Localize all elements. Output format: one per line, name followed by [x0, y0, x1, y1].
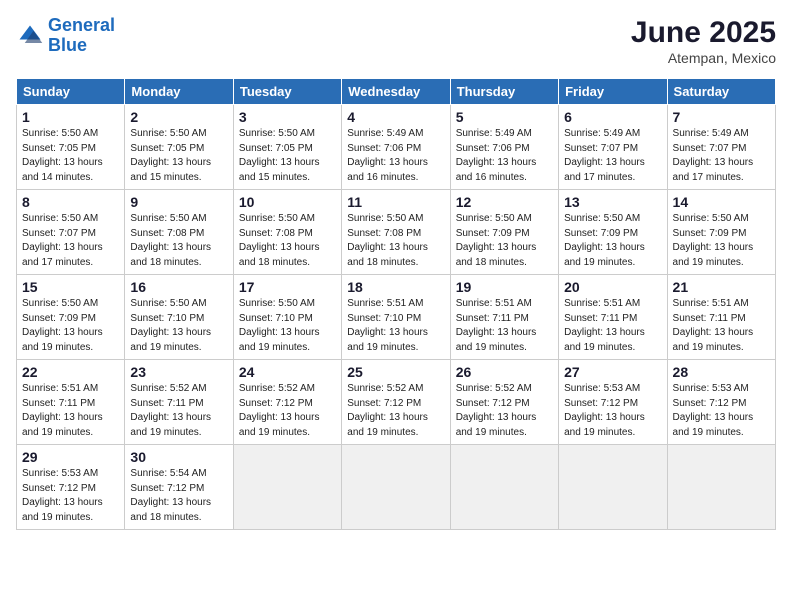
week-row-3: 15 Sunrise: 5:50 AMSunset: 7:09 PMDaylig… [17, 275, 776, 360]
day-3: 3 Sunrise: 5:50 AMSunset: 7:05 PMDayligh… [233, 105, 341, 190]
logo-text: General Blue [48, 16, 115, 56]
empty-cell-5 [667, 445, 775, 530]
col-tuesday: Tuesday [233, 79, 341, 105]
calendar-header-row: Sunday Monday Tuesday Wednesday Thursday… [17, 79, 776, 105]
day-2: 2 Sunrise: 5:50 AMSunset: 7:05 PMDayligh… [125, 105, 233, 190]
col-friday: Friday [559, 79, 667, 105]
day-16: 16 Sunrise: 5:50 AMSunset: 7:10 PMDaylig… [125, 275, 233, 360]
logo-icon [16, 22, 44, 50]
col-monday: Monday [125, 79, 233, 105]
day-11: 11 Sunrise: 5:50 AMSunset: 7:08 PMDaylig… [342, 190, 450, 275]
col-sunday: Sunday [17, 79, 125, 105]
day-8: 8 Sunrise: 5:50 AMSunset: 7:07 PMDayligh… [17, 190, 125, 275]
empty-cell-2 [342, 445, 450, 530]
day-12: 12 Sunrise: 5:50 AMSunset: 7:09 PMDaylig… [450, 190, 558, 275]
empty-cell-1 [233, 445, 341, 530]
day-15: 15 Sunrise: 5:50 AMSunset: 7:09 PMDaylig… [17, 275, 125, 360]
week-row-1: 1 Sunrise: 5:50 AMSunset: 7:05 PMDayligh… [17, 105, 776, 190]
day-4: 4 Sunrise: 5:49 AMSunset: 7:06 PMDayligh… [342, 105, 450, 190]
week-row-2: 8 Sunrise: 5:50 AMSunset: 7:07 PMDayligh… [17, 190, 776, 275]
logo: General Blue [16, 16, 115, 56]
day-24: 24 Sunrise: 5:52 AMSunset: 7:12 PMDaylig… [233, 360, 341, 445]
day-17: 17 Sunrise: 5:50 AMSunset: 7:10 PMDaylig… [233, 275, 341, 360]
empty-cell-3 [450, 445, 558, 530]
week-row-5: 29 Sunrise: 5:53 AMSunset: 7:12 PMDaylig… [17, 445, 776, 530]
day-1: 1 Sunrise: 5:50 AMSunset: 7:05 PMDayligh… [17, 105, 125, 190]
title-block: June 2025 Atempan, Mexico [631, 16, 776, 66]
day-19: 19 Sunrise: 5:51 AMSunset: 7:11 PMDaylig… [450, 275, 558, 360]
day-23: 23 Sunrise: 5:52 AMSunset: 7:11 PMDaylig… [125, 360, 233, 445]
day-14: 14 Sunrise: 5:50 AMSunset: 7:09 PMDaylig… [667, 190, 775, 275]
day-21: 21 Sunrise: 5:51 AMSunset: 7:11 PMDaylig… [667, 275, 775, 360]
day-27: 27 Sunrise: 5:53 AMSunset: 7:12 PMDaylig… [559, 360, 667, 445]
day-20: 20 Sunrise: 5:51 AMSunset: 7:11 PMDaylig… [559, 275, 667, 360]
day-26: 26 Sunrise: 5:52 AMSunset: 7:12 PMDaylig… [450, 360, 558, 445]
col-saturday: Saturday [667, 79, 775, 105]
day-10: 10 Sunrise: 5:50 AMSunset: 7:08 PMDaylig… [233, 190, 341, 275]
day-30: 30 Sunrise: 5:54 AMSunset: 7:12 PMDaylig… [125, 445, 233, 530]
day-25: 25 Sunrise: 5:52 AMSunset: 7:12 PMDaylig… [342, 360, 450, 445]
day-7: 7 Sunrise: 5:49 AMSunset: 7:07 PMDayligh… [667, 105, 775, 190]
day-6: 6 Sunrise: 5:49 AMSunset: 7:07 PMDayligh… [559, 105, 667, 190]
month-title: June 2025 [631, 16, 776, 50]
week-row-4: 22 Sunrise: 5:51 AMSunset: 7:11 PMDaylig… [17, 360, 776, 445]
location: Atempan, Mexico [631, 50, 776, 66]
day-5: 5 Sunrise: 5:49 AMSunset: 7:06 PMDayligh… [450, 105, 558, 190]
page-header: General Blue June 2025 Atempan, Mexico [16, 16, 776, 66]
day-22: 22 Sunrise: 5:51 AMSunset: 7:11 PMDaylig… [17, 360, 125, 445]
day-18: 18 Sunrise: 5:51 AMSunset: 7:10 PMDaylig… [342, 275, 450, 360]
day-13: 13 Sunrise: 5:50 AMSunset: 7:09 PMDaylig… [559, 190, 667, 275]
col-thursday: Thursday [450, 79, 558, 105]
day-9: 9 Sunrise: 5:50 AMSunset: 7:08 PMDayligh… [125, 190, 233, 275]
calendar-table: Sunday Monday Tuesday Wednesday Thursday… [16, 78, 776, 530]
day-29: 29 Sunrise: 5:53 AMSunset: 7:12 PMDaylig… [17, 445, 125, 530]
day-28: 28 Sunrise: 5:53 AMSunset: 7:12 PMDaylig… [667, 360, 775, 445]
col-wednesday: Wednesday [342, 79, 450, 105]
empty-cell-4 [559, 445, 667, 530]
